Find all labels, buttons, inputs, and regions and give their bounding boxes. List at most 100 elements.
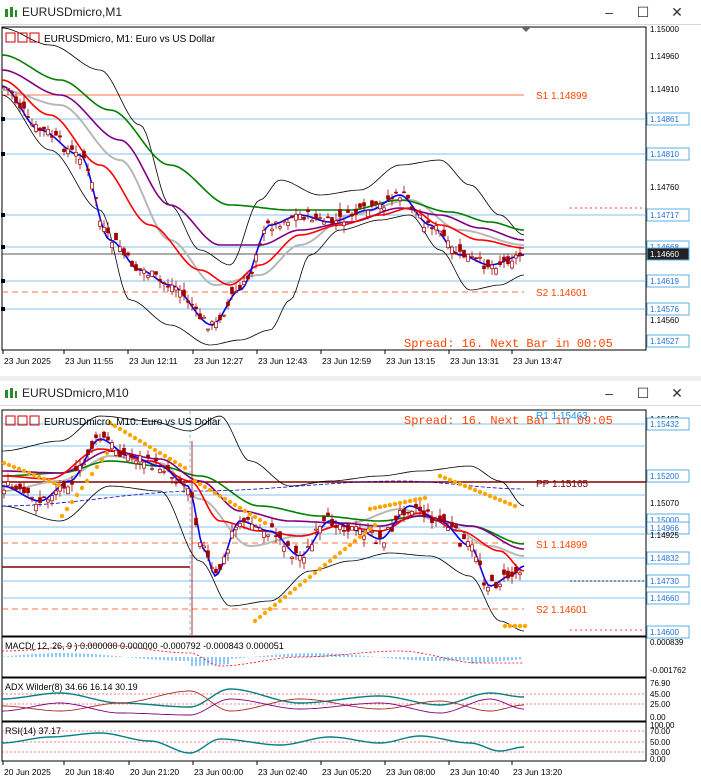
- candle-body: [422, 510, 426, 517]
- candle-body: [98, 220, 102, 227]
- candle-body: [370, 200, 374, 207]
- time-tick-label: 23 Jun 13:20: [513, 767, 562, 777]
- psar-dot: [507, 623, 513, 629]
- candle-body: [98, 439, 102, 442]
- price-tick-label: 1.14861: [650, 115, 679, 124]
- candle-body: [238, 284, 242, 290]
- candle-body: [62, 480, 66, 489]
- candle-body: [446, 527, 450, 531]
- candle-body: [518, 252, 522, 257]
- candle-body: [242, 281, 246, 286]
- psar-dot: [267, 606, 273, 612]
- candle-body: [30, 123, 34, 126]
- candle-body: [382, 542, 386, 548]
- time-tick-label: 23 Jun 13:31: [450, 356, 499, 366]
- candle-body: [230, 530, 234, 539]
- price-chart-m1[interactable]: 1.15000 1.14960 1.14910 1.14861 1.14810 1.147…: [0, 0, 701, 376]
- psar-dot: [457, 481, 463, 487]
- candle-body: [42, 126, 46, 130]
- time-tick-label: 23 Jun 10:40: [450, 767, 499, 777]
- candle-body: [222, 556, 226, 564]
- psar-dot: [41, 476, 47, 482]
- candle-body: [486, 259, 490, 268]
- candle-body: [358, 203, 362, 208]
- s2-level-label: S2 1.14601: [536, 605, 588, 616]
- psar-dot: [247, 511, 253, 517]
- adx-tick-label: 76.90: [650, 679, 671, 688]
- candle-body: [454, 252, 458, 255]
- candle-body: [94, 197, 98, 199]
- candle-body: [450, 522, 454, 528]
- candle-body: [474, 257, 478, 260]
- psar-dot: [282, 594, 288, 600]
- psar-dot: [202, 484, 208, 490]
- candle-body: [206, 550, 210, 558]
- psar-dot: [31, 472, 37, 478]
- candle-body: [178, 478, 182, 483]
- macd-tick-label: 0.000839: [650, 638, 684, 647]
- candle-body: [366, 210, 370, 217]
- candle-body: [122, 448, 126, 455]
- candle-body: [350, 213, 354, 217]
- psar-dot: [522, 623, 528, 629]
- candle-body: [38, 127, 42, 131]
- candle-body: [270, 523, 274, 528]
- spread-status: Spread: 16. Next Bar in 00:05: [404, 337, 613, 351]
- candle-body: [102, 431, 106, 438]
- candle-body: [482, 265, 486, 270]
- candle-body: [150, 468, 154, 470]
- candle-body: [34, 124, 38, 132]
- candle-body: [106, 227, 110, 234]
- candle-body: [62, 148, 66, 152]
- candle-body: [478, 560, 482, 566]
- time-tick-label: 23 Jun 12:43: [258, 356, 307, 366]
- candle-body: [466, 541, 470, 547]
- candle-body: [46, 129, 50, 136]
- candle-body: [78, 465, 82, 471]
- candle-body: [106, 436, 110, 441]
- candle-body: [2, 489, 6, 495]
- psar-dot: [222, 496, 228, 502]
- candle-body: [126, 454, 130, 462]
- candle-body: [18, 102, 22, 109]
- candle-body: [238, 523, 242, 527]
- candle-body: [346, 209, 350, 213]
- candle-body: [170, 284, 174, 293]
- candle-body: [134, 460, 138, 464]
- candle-body: [462, 534, 466, 540]
- candle-body: [78, 158, 82, 165]
- candle-body: [406, 194, 410, 199]
- candle-body: [266, 220, 270, 224]
- candle-body: [158, 279, 162, 282]
- candle-body: [386, 195, 390, 200]
- candle-body: [22, 101, 26, 109]
- candle-body: [426, 220, 430, 223]
- candle-body: [258, 243, 262, 246]
- psar-dot: [482, 491, 488, 497]
- psar-dot: [157, 450, 163, 456]
- psar-dot: [79, 485, 85, 491]
- candle-body: [446, 240, 450, 248]
- candle-body: [278, 226, 282, 229]
- time-tick-label: 23 Jun 05:20: [322, 767, 371, 777]
- psar-dot: [11, 464, 17, 470]
- candle-body: [42, 496, 46, 499]
- candle-body: [214, 568, 218, 574]
- level-marker: [1, 152, 5, 156]
- psar-dot: [492, 495, 498, 501]
- level-marker: [1, 245, 5, 249]
- psar-dot: [237, 505, 243, 511]
- psar-dot: [262, 520, 268, 526]
- candle-body: [338, 209, 342, 217]
- candle-body: [194, 306, 198, 310]
- price-chart-m10[interactable]: 1.154631.154321.152001.150701.150001.149…: [0, 381, 701, 779]
- time-tick-label: 23 Jun 13:15: [386, 356, 435, 366]
- candle-body: [46, 499, 50, 503]
- candle-body: [466, 253, 470, 262]
- candle-body: [462, 249, 466, 258]
- candle-body: [154, 457, 158, 462]
- psar-dot: [147, 444, 153, 450]
- candle-body: [322, 221, 326, 225]
- psar-dot: [347, 542, 353, 548]
- psar-dot: [172, 459, 178, 465]
